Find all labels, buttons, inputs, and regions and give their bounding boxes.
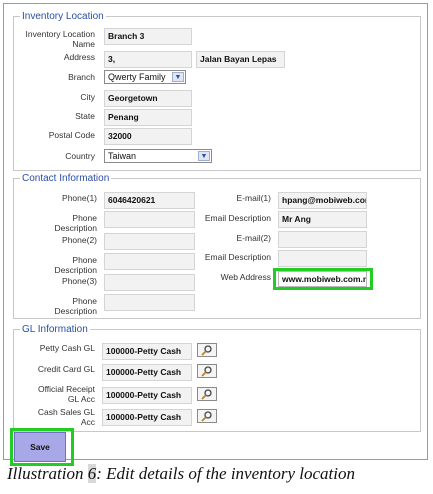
phone-description2-field [104,253,195,270]
phone1-field: 6046420621 [104,192,195,209]
inventory-location-legend: Inventory Location [22,11,104,22]
phone3-label: Phone(3) [62,276,97,286]
email1-label: E-mail(1) [236,193,271,203]
postal-code-field: 32000 [104,128,192,145]
phone-description3-field [104,294,195,311]
petty-cash-gl-field: 100000-Petty Cash [102,343,192,360]
country-select[interactable]: Taiwan ▼ [104,149,212,163]
official-receipt-gl-field: 100000-Petty Cash [102,387,192,404]
phone-description2-label: Phone Description [54,255,97,275]
official-receipt-lookup-button[interactable] [197,387,217,401]
country-label: Country [65,151,95,161]
save-button[interactable]: Save [14,432,66,462]
email-description2-field [278,250,367,267]
chevron-down-icon[interactable]: ▼ [198,151,210,161]
search-icon [201,411,212,422]
email2-label: E-mail(2) [236,233,271,243]
phone2-field [104,233,195,250]
cash-sales-gl-label: Cash Sales GL Acc [37,407,95,427]
caption-prefix: Illustration [7,464,88,483]
search-icon [201,389,212,400]
phone-description1-label: Phone Description [54,213,97,233]
branch-select[interactable]: Qwerty Family ▼ [104,70,186,84]
phone1-label: Phone(1) [62,193,97,203]
state-field: Penang [104,109,192,126]
postal-code-label: Postal Code [48,130,95,140]
search-icon [201,366,212,377]
city-field: Georgetown [104,90,192,107]
email-description1-label: Email Description [204,213,271,223]
location-name-field: Branch 3 [104,28,192,45]
web-address-label: Web Address [220,272,271,282]
location-name-label: Inventory Location Name [25,29,95,49]
contact-information-legend: Contact Information [22,173,110,184]
address-line2-field: Jalan Bayan Lepas [196,51,285,68]
credit-card-lookup-button[interactable] [197,364,217,378]
credit-card-gl-field: 100000-Petty Cash [102,364,192,381]
chevron-down-icon[interactable]: ▼ [172,72,184,82]
email1-field: hpang@mobiweb.com [278,192,367,209]
city-label: City [80,92,95,102]
email-description1-field: Mr Ang [278,211,367,228]
country-select-value: Taiwan [108,151,137,161]
address-label: Address [63,52,95,62]
caption-text: : Edit details of the inventory location [96,464,355,483]
cash-sales-gl-field: 100000-Petty Cash [102,409,192,426]
gl-information-legend: GL Information [22,324,88,335]
web-address-input[interactable]: www.mobiweb.com.my [278,271,367,287]
email-description2-label: Email Description [204,252,271,262]
petty-cash-gl-label: Petty Cash GL [39,343,95,353]
official-receipt-gl-label: Official Receipt GL Acc [37,384,95,404]
phone2-label: Phone(2) [62,235,97,245]
phone-description1-field [104,211,195,228]
branch-label: Branch [68,72,95,82]
cash-sales-lookup-button[interactable] [197,409,217,423]
caption-number: 6 [87,464,97,483]
illustration-caption: Illustration 6: Edit details of the inve… [7,462,427,486]
phone-description3-label: Phone Description [54,296,97,316]
search-icon [201,345,212,356]
state-label: State [75,111,95,121]
credit-card-gl-label: Credit Card GL [37,364,95,374]
address-line1-field: 3, [104,51,192,68]
branch-select-value: Qwerty Family [108,72,166,82]
petty-cash-lookup-button[interactable] [197,343,217,357]
email2-field [278,231,367,248]
phone3-field [104,274,195,291]
